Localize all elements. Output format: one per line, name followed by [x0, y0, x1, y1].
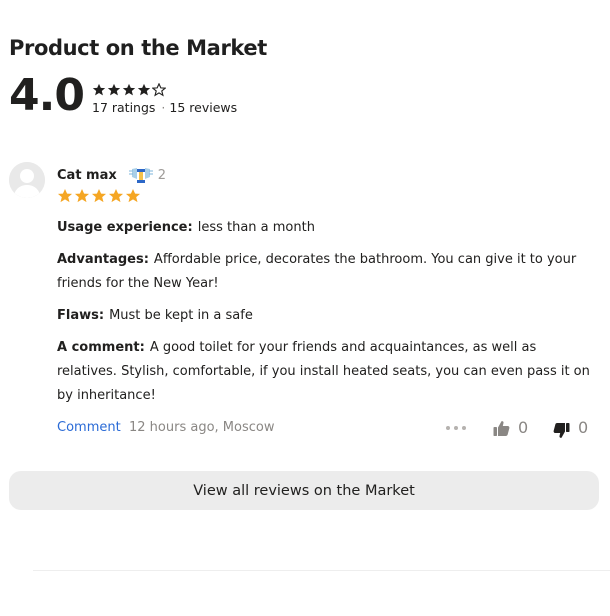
star-filled-icon — [107, 83, 121, 96]
user-silhouette-icon — [9, 162, 45, 198]
star-filled-icon — [137, 83, 151, 96]
author-row: Cat max 2 — [57, 166, 166, 184]
reviews-count[interactable]: 15 reviews — [169, 100, 237, 115]
flaws-field: Flaws: Must be kept in a safe — [57, 304, 599, 328]
star-filled-icon — [108, 188, 124, 203]
star-filled-icon — [92, 83, 106, 96]
avatar[interactable] — [9, 162, 45, 198]
star-filled-icon — [122, 83, 136, 96]
review-meta: 12 hours ago, Moscow — [129, 420, 275, 435]
review-stars — [57, 188, 141, 204]
field-label: A comment: — [57, 340, 145, 355]
star-filled-icon — [57, 188, 73, 203]
field-text: less than a month — [197, 220, 315, 235]
average-rating: 4.0 — [9, 70, 85, 121]
star-filled-icon — [125, 188, 141, 203]
field-text: Must be kept in a safe — [109, 308, 253, 323]
more-options-icon[interactable] — [445, 423, 467, 433]
rating-counts: 17 ratings · 15 reviews — [92, 100, 237, 115]
field-label: Usage experience: — [57, 220, 193, 235]
field-label: Flaws: — [57, 308, 105, 323]
advantages-field: Advantages: Affordable price, decorates t… — [57, 248, 599, 296]
like-count: 0 — [518, 418, 529, 437]
divider — [33, 570, 610, 571]
usage-experience-field: Usage experience: less than a month — [57, 216, 599, 240]
comment-field: A comment: A good toilet for your friends… — [57, 336, 599, 408]
dislike-button[interactable]: 0 — [553, 416, 588, 440]
thumbs-up-icon — [493, 420, 510, 436]
star-empty-icon — [152, 83, 166, 97]
dislike-count: 0 — [578, 418, 589, 437]
summary-stars — [92, 83, 166, 97]
star-filled-icon — [91, 188, 107, 203]
thumbs-down-icon — [553, 422, 570, 438]
view-all-reviews-button[interactable]: View all reviews on the Market — [9, 471, 599, 510]
reviewer-rank-icon — [128, 166, 154, 184]
star-filled-icon — [74, 188, 90, 203]
field-label: Advantages: — [57, 252, 149, 267]
review-footer: Comment 12 hours ago, Moscow 0 0 — [57, 416, 599, 440]
like-button[interactable]: 0 — [493, 416, 528, 440]
separator-dot: · — [161, 100, 166, 115]
author-name[interactable]: Cat max — [57, 168, 117, 183]
badge-count: 2 — [157, 167, 167, 183]
comment-link[interactable]: Comment — [57, 416, 121, 440]
ratings-count[interactable]: 17 ratings — [92, 100, 155, 115]
section-title: Product on the Market — [9, 36, 267, 60]
